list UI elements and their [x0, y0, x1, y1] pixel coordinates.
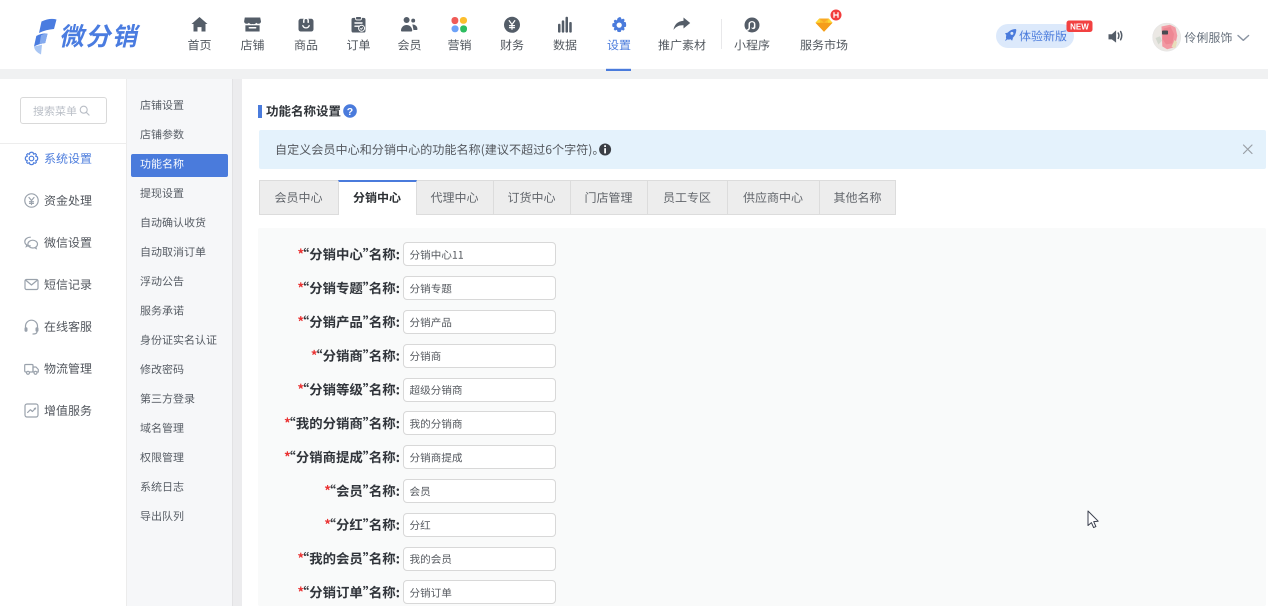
svg-text:NEW: NEW: [1070, 22, 1089, 31]
svg-text:?: ?: [347, 106, 353, 118]
